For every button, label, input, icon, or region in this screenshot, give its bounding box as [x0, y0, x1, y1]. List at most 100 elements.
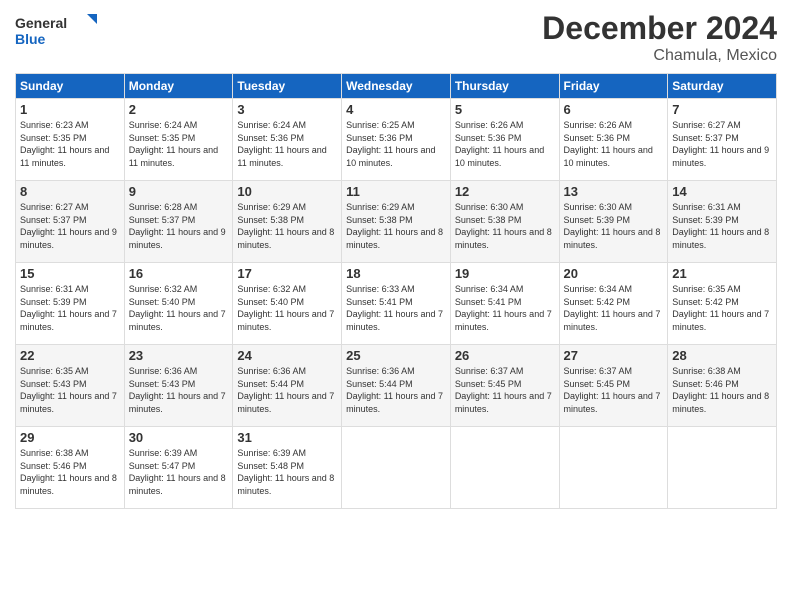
logo-icon: General Blue: [15, 10, 105, 50]
day-number: 22: [20, 348, 120, 363]
calendar-cell: 30 Sunrise: 6:39 AM Sunset: 5:47 PM Dayl…: [124, 427, 233, 509]
col-saturday: Saturday: [668, 74, 777, 99]
location-title: Chamula, Mexico: [542, 47, 777, 65]
day-number: 29: [20, 430, 120, 445]
calendar-cell: 3 Sunrise: 6:24 AM Sunset: 5:36 PM Dayli…: [233, 99, 342, 181]
day-number: 14: [672, 184, 772, 199]
day-info: Sunrise: 6:33 AM Sunset: 5:41 PM Dayligh…: [346, 283, 446, 333]
calendar-cell: 28 Sunrise: 6:38 AM Sunset: 5:46 PM Dayl…: [668, 345, 777, 427]
day-number: 5: [455, 102, 555, 117]
day-info: Sunrise: 6:34 AM Sunset: 5:41 PM Dayligh…: [455, 283, 555, 333]
day-number: 3: [237, 102, 337, 117]
calendar-cell: 19 Sunrise: 6:34 AM Sunset: 5:41 PM Dayl…: [450, 263, 559, 345]
calendar-week-3: 15 Sunrise: 6:31 AM Sunset: 5:39 PM Dayl…: [16, 263, 777, 345]
day-number: 25: [346, 348, 446, 363]
day-info: Sunrise: 6:31 AM Sunset: 5:39 PM Dayligh…: [672, 201, 772, 251]
calendar-cell: 26 Sunrise: 6:37 AM Sunset: 5:45 PM Dayl…: [450, 345, 559, 427]
calendar-cell: 25 Sunrise: 6:36 AM Sunset: 5:44 PM Dayl…: [342, 345, 451, 427]
day-number: 6: [564, 102, 664, 117]
page: General Blue December 2024 Chamula, Mexi…: [0, 0, 792, 612]
day-number: 11: [346, 184, 446, 199]
day-number: 17: [237, 266, 337, 281]
calendar-cell: 27 Sunrise: 6:37 AM Sunset: 5:45 PM Dayl…: [559, 345, 668, 427]
calendar-cell: 6 Sunrise: 6:26 AM Sunset: 5:36 PM Dayli…: [559, 99, 668, 181]
calendar-cell: 29 Sunrise: 6:38 AM Sunset: 5:46 PM Dayl…: [16, 427, 125, 509]
day-info: Sunrise: 6:30 AM Sunset: 5:39 PM Dayligh…: [564, 201, 664, 251]
day-info: Sunrise: 6:26 AM Sunset: 5:36 PM Dayligh…: [455, 119, 555, 169]
calendar-cell: 11 Sunrise: 6:29 AM Sunset: 5:38 PM Dayl…: [342, 181, 451, 263]
day-info: Sunrise: 6:36 AM Sunset: 5:43 PM Dayligh…: [129, 365, 229, 415]
day-number: 28: [672, 348, 772, 363]
calendar-cell: 2 Sunrise: 6:24 AM Sunset: 5:35 PM Dayli…: [124, 99, 233, 181]
calendar-week-2: 8 Sunrise: 6:27 AM Sunset: 5:37 PM Dayli…: [16, 181, 777, 263]
day-number: 9: [129, 184, 229, 199]
calendar-week-1: 1 Sunrise: 6:23 AM Sunset: 5:35 PM Dayli…: [16, 99, 777, 181]
calendar-cell: 21 Sunrise: 6:35 AM Sunset: 5:42 PM Dayl…: [668, 263, 777, 345]
day-info: Sunrise: 6:24 AM Sunset: 5:35 PM Dayligh…: [129, 119, 229, 169]
calendar-cell: 14 Sunrise: 6:31 AM Sunset: 5:39 PM Dayl…: [668, 181, 777, 263]
month-title: December 2024: [542, 10, 777, 47]
day-number: 24: [237, 348, 337, 363]
calendar-cell: 24 Sunrise: 6:36 AM Sunset: 5:44 PM Dayl…: [233, 345, 342, 427]
day-number: 27: [564, 348, 664, 363]
calendar-cell: 13 Sunrise: 6:30 AM Sunset: 5:39 PM Dayl…: [559, 181, 668, 263]
calendar-table: Sunday Monday Tuesday Wednesday Thursday…: [15, 73, 777, 509]
day-info: Sunrise: 6:27 AM Sunset: 5:37 PM Dayligh…: [20, 201, 120, 251]
title-section: December 2024 Chamula, Mexico: [542, 10, 777, 65]
day-info: Sunrise: 6:24 AM Sunset: 5:36 PM Dayligh…: [237, 119, 337, 169]
calendar-cell: 16 Sunrise: 6:32 AM Sunset: 5:40 PM Dayl…: [124, 263, 233, 345]
day-number: 15: [20, 266, 120, 281]
day-number: 20: [564, 266, 664, 281]
day-info: Sunrise: 6:29 AM Sunset: 5:38 PM Dayligh…: [237, 201, 337, 251]
day-info: Sunrise: 6:38 AM Sunset: 5:46 PM Dayligh…: [20, 447, 120, 497]
col-tuesday: Tuesday: [233, 74, 342, 99]
calendar-cell: 8 Sunrise: 6:27 AM Sunset: 5:37 PM Dayli…: [16, 181, 125, 263]
calendar-cell: 31 Sunrise: 6:39 AM Sunset: 5:48 PM Dayl…: [233, 427, 342, 509]
day-info: Sunrise: 6:36 AM Sunset: 5:44 PM Dayligh…: [346, 365, 446, 415]
col-monday: Monday: [124, 74, 233, 99]
calendar-cell: 17 Sunrise: 6:32 AM Sunset: 5:40 PM Dayl…: [233, 263, 342, 345]
day-info: Sunrise: 6:30 AM Sunset: 5:38 PM Dayligh…: [455, 201, 555, 251]
calendar-cell: 1 Sunrise: 6:23 AM Sunset: 5:35 PM Dayli…: [16, 99, 125, 181]
calendar-cell: [668, 427, 777, 509]
day-number: 21: [672, 266, 772, 281]
day-number: 12: [455, 184, 555, 199]
day-info: Sunrise: 6:37 AM Sunset: 5:45 PM Dayligh…: [455, 365, 555, 415]
calendar-cell: 7 Sunrise: 6:27 AM Sunset: 5:37 PM Dayli…: [668, 99, 777, 181]
calendar-header-row: Sunday Monday Tuesday Wednesday Thursday…: [16, 74, 777, 99]
calendar-cell: 12 Sunrise: 6:30 AM Sunset: 5:38 PM Dayl…: [450, 181, 559, 263]
calendar-cell: 9 Sunrise: 6:28 AM Sunset: 5:37 PM Dayli…: [124, 181, 233, 263]
day-number: 1: [20, 102, 120, 117]
calendar-cell: 4 Sunrise: 6:25 AM Sunset: 5:36 PM Dayli…: [342, 99, 451, 181]
day-info: Sunrise: 6:28 AM Sunset: 5:37 PM Dayligh…: [129, 201, 229, 251]
day-number: 7: [672, 102, 772, 117]
day-info: Sunrise: 6:23 AM Sunset: 5:35 PM Dayligh…: [20, 119, 120, 169]
calendar-week-5: 29 Sunrise: 6:38 AM Sunset: 5:46 PM Dayl…: [16, 427, 777, 509]
col-sunday: Sunday: [16, 74, 125, 99]
col-wednesday: Wednesday: [342, 74, 451, 99]
day-info: Sunrise: 6:31 AM Sunset: 5:39 PM Dayligh…: [20, 283, 120, 333]
day-info: Sunrise: 6:32 AM Sunset: 5:40 PM Dayligh…: [237, 283, 337, 333]
calendar-cell: 10 Sunrise: 6:29 AM Sunset: 5:38 PM Dayl…: [233, 181, 342, 263]
calendar-cell: 22 Sunrise: 6:35 AM Sunset: 5:43 PM Dayl…: [16, 345, 125, 427]
day-info: Sunrise: 6:39 AM Sunset: 5:48 PM Dayligh…: [237, 447, 337, 497]
logo: General Blue: [15, 10, 105, 55]
day-info: Sunrise: 6:25 AM Sunset: 5:36 PM Dayligh…: [346, 119, 446, 169]
day-info: Sunrise: 6:39 AM Sunset: 5:47 PM Dayligh…: [129, 447, 229, 497]
calendar-cell: [450, 427, 559, 509]
calendar-week-4: 22 Sunrise: 6:35 AM Sunset: 5:43 PM Dayl…: [16, 345, 777, 427]
calendar-cell: 15 Sunrise: 6:31 AM Sunset: 5:39 PM Dayl…: [16, 263, 125, 345]
col-friday: Friday: [559, 74, 668, 99]
calendar-cell: 18 Sunrise: 6:33 AM Sunset: 5:41 PM Dayl…: [342, 263, 451, 345]
day-info: Sunrise: 6:36 AM Sunset: 5:44 PM Dayligh…: [237, 365, 337, 415]
logo-content: General Blue: [15, 10, 105, 55]
day-number: 30: [129, 430, 229, 445]
day-number: 4: [346, 102, 446, 117]
svg-text:General: General: [15, 15, 67, 31]
day-number: 26: [455, 348, 555, 363]
col-thursday: Thursday: [450, 74, 559, 99]
day-info: Sunrise: 6:27 AM Sunset: 5:37 PM Dayligh…: [672, 119, 772, 169]
calendar-cell: [342, 427, 451, 509]
day-info: Sunrise: 6:32 AM Sunset: 5:40 PM Dayligh…: [129, 283, 229, 333]
day-info: Sunrise: 6:38 AM Sunset: 5:46 PM Dayligh…: [672, 365, 772, 415]
